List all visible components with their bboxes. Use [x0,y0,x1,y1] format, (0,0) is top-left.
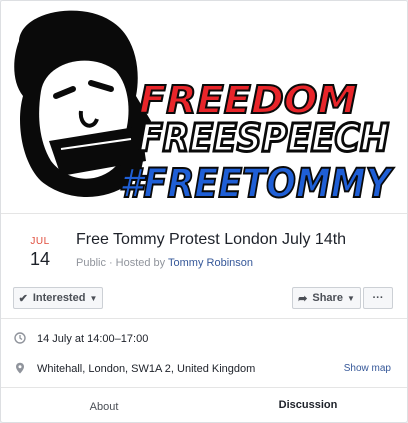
interested-button[interactable]: ✔ Interested ▼ [13,287,103,309]
event-card: FREEDOM FREESPEECH #FREETOMMY JUL 14 Fre… [0,0,408,423]
cover-artwork: FREEDOM FREESPEECH #FREETOMMY [1,1,407,213]
event-time: 14 July at 14:00–17:00 [37,333,149,345]
more-icon: ··· [372,292,384,304]
share-button[interactable]: ➦ Share ▼ [292,287,361,309]
event-tabs: About Discussion [1,387,407,422]
event-subline: Public · Hosted by Tommy Robinson [76,257,253,269]
separator-dot: · [108,257,113,269]
event-title: Free Tommy Protest London July 14th [76,231,347,248]
event-day: 14 [29,249,51,269]
event-location-row: Whitehall, London, SW1A 2, United Kingdo… [1,354,407,384]
event-month: JUL [30,236,50,247]
hosted-by-prefix: Hosted by [115,257,166,269]
check-icon: ✔ [18,292,28,305]
show-map-link[interactable]: Show map [344,363,391,374]
cover-line-freetommy: #FREETOMMY [119,161,395,207]
share-label: Share [312,292,343,304]
privacy-label: Public [76,257,106,269]
map-pin-icon [16,362,24,374]
chevron-down-icon: ▼ [346,293,355,303]
event-cover-photo[interactable]: FREEDOM FREESPEECH #FREETOMMY [1,1,407,213]
event-header: JUL 14 [1,213,407,285]
tab-discussion[interactable]: Discussion [209,388,407,422]
event-date: JUL 14 [23,236,57,270]
action-bar: ✔ Interested ▼ ➦ Share ▼ ··· [1,285,407,319]
chevron-down-icon: ▼ [89,293,98,303]
more-options-button[interactable]: ··· [363,287,393,309]
host-link[interactable]: Tommy Robinson [168,257,253,269]
tab-about[interactable]: About [1,388,207,422]
event-time-row: 14 July at 14:00–17:00 [1,324,407,354]
cover-line-freespeech: FREESPEECH [139,116,389,160]
event-location: Whitehall, London, SW1A 2, United Kingdo… [37,363,256,375]
clock-icon [14,332,26,344]
share-arrow-icon: ➦ [298,292,308,305]
interested-label: Interested [32,292,86,304]
